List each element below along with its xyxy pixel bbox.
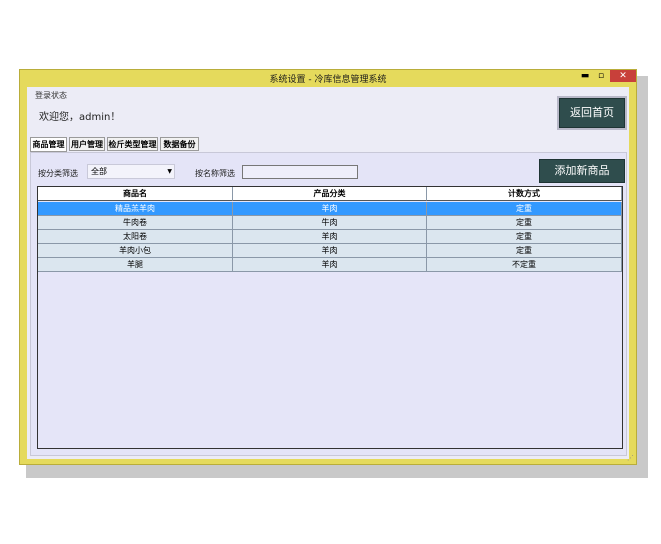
cell-count-method[interactable]: 不定重 [427, 258, 622, 272]
tab-user-management[interactable]: 用户管理 [69, 137, 105, 151]
maximize-button[interactable]: ▫ [594, 70, 608, 82]
cell-category[interactable]: 羊肉 [233, 244, 427, 258]
cell-category[interactable]: 羊肉 [233, 230, 427, 244]
cell-name[interactable]: 精品羔羊肉 [38, 202, 233, 216]
minimize-button[interactable]: ▬ [578, 70, 592, 82]
table-row[interactable]: 羊腿 羊肉 不定重 [38, 258, 622, 272]
cell-count-method[interactable]: 定重 [427, 202, 622, 216]
window-title: 系统设置 - 冷库信息管理系统 [269, 75, 387, 85]
column-header-category[interactable]: 产品分类 [233, 187, 427, 201]
home-button[interactable]: 返回首页 [559, 98, 625, 128]
login-status-label: 登录状态 [35, 91, 67, 100]
table-row[interactable]: 精品羔羊肉 羊肉 定重 [38, 202, 622, 216]
cell-count-method[interactable]: 定重 [427, 244, 622, 258]
resize-grip-icon[interactable]: ⋰ [627, 454, 634, 462]
table-row[interactable]: 牛肉卷 牛肉 定重 [38, 216, 622, 230]
title-bar[interactable]: 系统设置 - 冷库信息管理系统 ▬ ▫ ✕ [20, 70, 636, 86]
cell-category[interactable]: 牛肉 [233, 216, 427, 230]
cell-name[interactable]: 羊肉小包 [38, 244, 233, 258]
add-product-button[interactable]: 添加新商品 [539, 159, 625, 183]
tab-product-management[interactable]: 商品管理 [30, 137, 67, 152]
dropdown-arrow-icon[interactable]: ▼ [167, 165, 172, 178]
cell-category[interactable]: 羊肉 [233, 258, 427, 272]
cell-category[interactable]: 羊肉 [233, 202, 427, 216]
column-header-count-method[interactable]: 计数方式 [427, 187, 622, 201]
name-filter-label: 按名称筛选 [195, 169, 235, 178]
cell-name[interactable]: 牛肉卷 [38, 216, 233, 230]
category-filter-select[interactable]: 全部 ▼ [87, 164, 175, 179]
cell-count-method[interactable]: 定重 [427, 230, 622, 244]
main-window: 系统设置 - 冷库信息管理系统 ▬ ▫ ✕ 登录状态 欢迎您，admin！ 返回… [19, 69, 637, 465]
name-filter-input[interactable] [242, 165, 358, 179]
welcome-text: 欢迎您，admin！ [39, 112, 121, 123]
table-row[interactable]: 羊肉小包 羊肉 定重 [38, 244, 622, 258]
grid-header-row: 商品名 产品分类 计数方式 [38, 187, 622, 201]
client-area: 登录状态 欢迎您，admin！ 返回首页 商品管理 用户管理 检斤类型管理 数据… [27, 87, 629, 459]
column-header-name[interactable]: 商品名 [38, 187, 233, 201]
table-row[interactable]: 太阳卷 羊肉 定重 [38, 230, 622, 244]
category-filter-label: 按分类筛选 [38, 169, 78, 178]
cell-name[interactable]: 太阳卷 [38, 230, 233, 244]
cell-count-method[interactable]: 定重 [427, 216, 622, 230]
product-grid[interactable]: 商品名 产品分类 计数方式 精品羔羊肉 羊肉 定重 牛肉卷 牛肉 定重 太阳卷 … [37, 186, 623, 449]
tab-data-backup[interactable]: 数据备份 [160, 137, 199, 151]
product-tab-panel: 按分类筛选 全部 ▼ 按名称筛选 添加新商品 商品名 产品分类 计数方式 精品羔… [30, 152, 627, 456]
cell-name[interactable]: 羊腿 [38, 258, 233, 272]
close-button[interactable]: ✕ [610, 70, 636, 82]
category-filter-value: 全部 [91, 167, 107, 176]
tab-weighing-type-management[interactable]: 检斤类型管理 [107, 137, 158, 151]
